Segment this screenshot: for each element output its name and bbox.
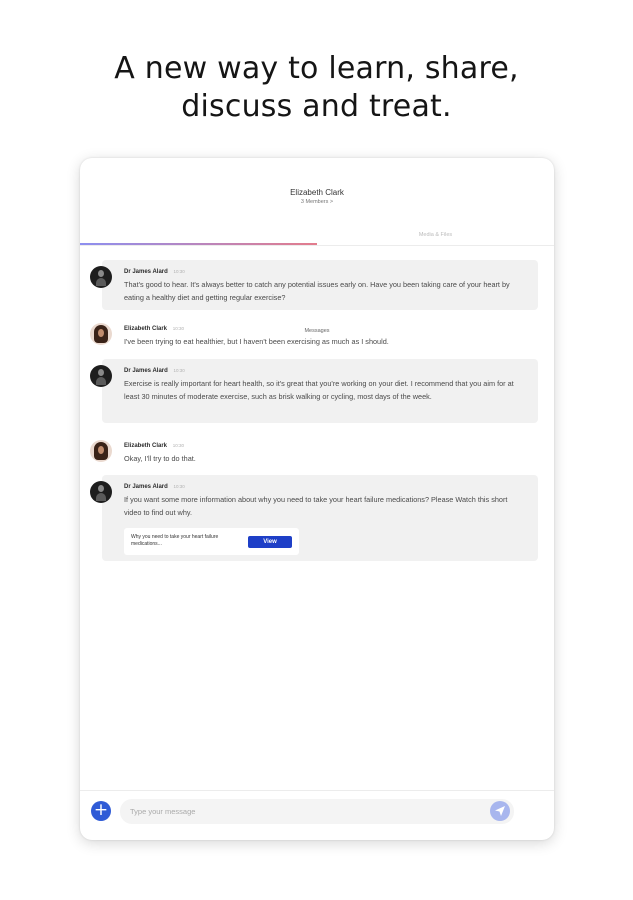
message-time: 10:30 (173, 368, 185, 373)
message-bubble: Dr James Alard 10:30 If you want some mo… (102, 475, 538, 561)
headline-line-2: discuss and treat. (181, 89, 452, 124)
tab-media-files[interactable]: Media & Files (317, 230, 554, 240)
message-bubble: Elizabeth Clark 10:30 Okay, I'll try to … (102, 434, 538, 466)
headline: A new way to learn, share, discuss and t… (0, 50, 633, 126)
video-attachment-card[interactable]: Why you need to take your heart failure … (124, 528, 299, 555)
sender-name: Dr James Alard (124, 269, 168, 275)
message-bubble: Elizabeth Clark 10:30 I've been trying t… (102, 317, 538, 349)
message-text: If you want some more information about … (124, 495, 508, 517)
message-time: 10:30 (172, 326, 184, 331)
chat-window: Elizabeth Clark 3 Members > Messages Med… (80, 158, 554, 840)
message-time: 10:30 (172, 443, 184, 448)
plus-icon[interactable]: + (91, 801, 111, 821)
patient-avatar[interactable] (90, 323, 112, 345)
divider (80, 790, 554, 791)
doctor-avatar[interactable] (90, 266, 112, 288)
message-bubble: Dr James Alard 10:30 Exercise is really … (102, 359, 538, 423)
chat-title: Elizabeth Clark (290, 188, 344, 197)
patient-avatar[interactable] (90, 440, 112, 462)
video-attachment-title: Why you need to take your heart failure … (131, 534, 219, 547)
message-time: 10:30 (173, 484, 185, 489)
doctor-avatar[interactable] (90, 365, 112, 387)
doctor-avatar[interactable] (90, 481, 112, 503)
sender-name: Dr James Alard (124, 368, 168, 374)
message-text: Okay, I'll try to do that. (124, 454, 196, 463)
message-text: Exercise is really important for heart h… (124, 379, 514, 401)
chat-header[interactable]: Elizabeth Clark 3 Members > (80, 188, 554, 205)
sender-name: Dr James Alard (124, 484, 168, 490)
message-text: I've been trying to eat healthier, but I… (124, 337, 389, 346)
members-link[interactable]: 3 Members > (80, 199, 554, 205)
sender-name: Elizabeth Clark (124, 326, 168, 332)
message-input[interactable] (120, 799, 514, 824)
message-text: That's good to hear. It's always better … (124, 280, 510, 302)
view-button[interactable]: View (248, 536, 292, 548)
send-icon[interactable] (490, 801, 510, 821)
headline-line-1: A new way to learn, share, (114, 51, 519, 86)
tab-bar: Messages Media & Files (80, 230, 554, 334)
message-time: 10:30 (173, 269, 185, 274)
sender-name: Elizabeth Clark (124, 443, 168, 449)
message-bubble: Dr James Alard 10:30 That's good to hear… (102, 260, 538, 310)
send-icon-glyph (495, 806, 505, 816)
divider (80, 245, 554, 246)
